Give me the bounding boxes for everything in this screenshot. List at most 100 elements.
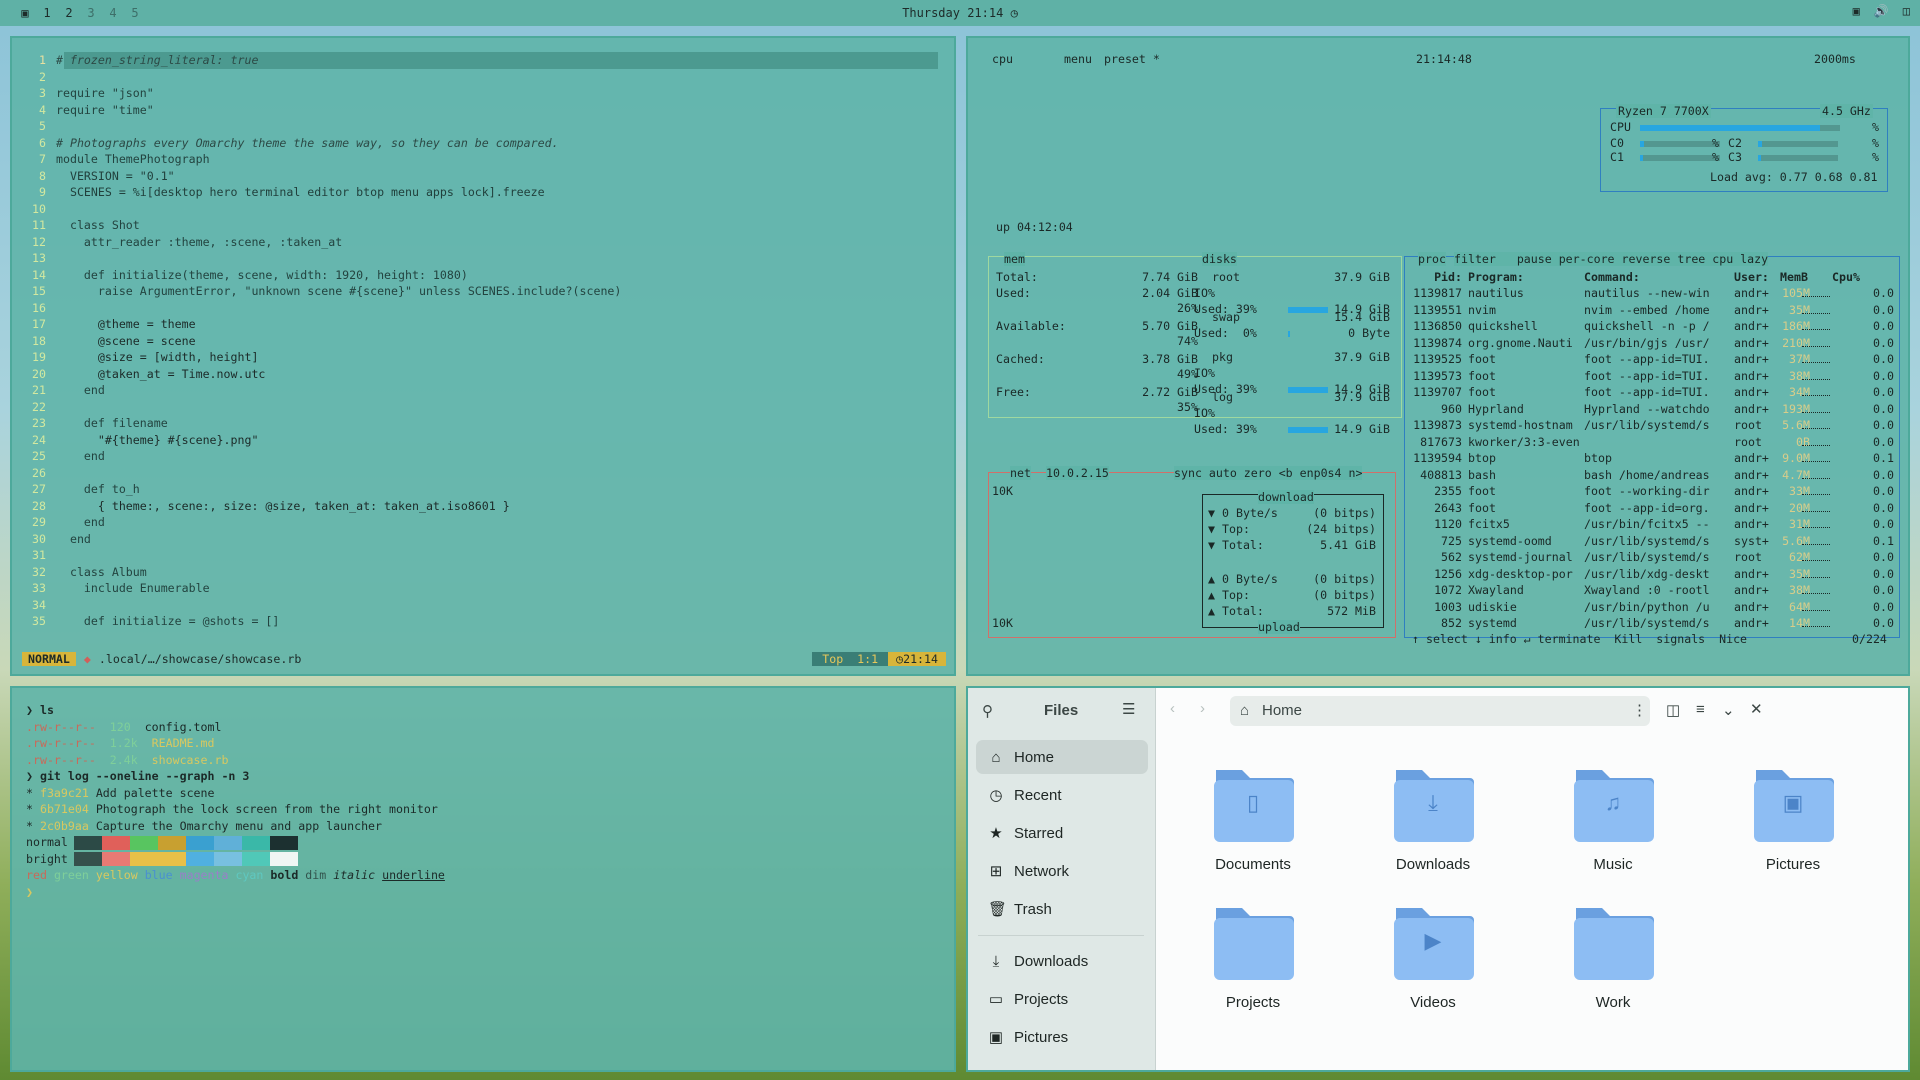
- hamburger-menu-icon[interactable]: ☰: [1122, 700, 1135, 718]
- workspace-4[interactable]: 4: [102, 6, 124, 20]
- terminal-window[interactable]: ❯ ls .rw-r--r-- 120 config.toml .rw-r--r--…: [10, 686, 956, 1072]
- code-line[interactable]: 32 class Album: [12, 564, 954, 581]
- code-line[interactable]: 7 module ThemePhotograph: [12, 151, 954, 168]
- git-commit-line[interactable]: * f3a9c21 Add palette scene: [26, 785, 214, 802]
- sidebar-bookmark-pictures[interactable]: ▣ Pictures: [976, 1020, 1148, 1054]
- volume-icon[interactable]: 🔊: [1874, 4, 1889, 18]
- code-line[interactable]: 13: [12, 250, 954, 267]
- code-line[interactable]: 24 "#{theme} #{scene}.png": [12, 432, 954, 449]
- code-line[interactable]: 23 def filename: [12, 415, 954, 432]
- ls-entry[interactable]: .rw-r--r-- 1.2k README.md: [26, 735, 214, 752]
- update-interval[interactable]: 2000ms: [1814, 52, 1856, 66]
- code-line[interactable]: 22: [12, 399, 954, 416]
- code-line[interactable]: 34: [12, 597, 954, 614]
- folder-label[interactable]: Documents: [1173, 856, 1333, 873]
- sidebar-bookmark-projects[interactable]: ▭ Projects: [976, 982, 1148, 1016]
- workspace-1[interactable]: 1: [36, 6, 58, 20]
- sidebar-item-recent[interactable]: ◷ Recent: [976, 778, 1148, 812]
- files-window[interactable]: ⚲ Files ☰ ⌂ Home ◷ Recent ★ Starred ⊞ Network 🗑 T…: [966, 686, 1910, 1072]
- close-icon[interactable]: ✕: [1750, 700, 1763, 718]
- sidebar-item-starred[interactable]: ★ Starred: [976, 816, 1148, 850]
- workspace-2[interactable]: 2: [58, 6, 80, 20]
- code-line[interactable]: 29 end: [12, 514, 954, 531]
- folder-item[interactable]: ▯: [1208, 760, 1298, 850]
- prompt-line[interactable]: ❯: [26, 884, 33, 901]
- ls-entry[interactable]: .rw-r--r-- 2.4k showcase.rb: [26, 752, 228, 769]
- code-line[interactable]: 11 class Shot: [12, 217, 954, 234]
- workspace-3[interactable]: 3: [80, 6, 102, 20]
- prompt-line[interactable]: ❯ ls: [26, 702, 54, 719]
- monitor-icon[interactable]: ◫: [1903, 4, 1910, 18]
- net-options[interactable]: sync auto zero <b enp0s4 n>: [1174, 466, 1363, 480]
- code-line[interactable]: 16: [12, 300, 954, 317]
- code-line[interactable]: 28 { theme:, scene:, size: @size, taken_…: [12, 498, 954, 515]
- code-line[interactable]: 19 @size = [width, height]: [12, 349, 954, 366]
- code-line[interactable]: 8 VERSION = "0.1": [12, 168, 954, 185]
- list-view-icon[interactable]: ≡: [1696, 701, 1705, 718]
- code-line[interactable]: 17 @theme = theme: [12, 316, 954, 333]
- folder-item[interactable]: ♫: [1568, 760, 1658, 850]
- new-folder-icon[interactable]: ◫: [1666, 701, 1680, 719]
- clock-text[interactable]: Thursday 21:14: [902, 6, 1003, 20]
- ls-entry[interactable]: .rw-r--r-- 120 config.toml: [26, 719, 221, 736]
- code-line[interactable]: 21 end: [12, 382, 954, 399]
- proc-column-header[interactable]: MemB: [1780, 270, 1808, 284]
- folder-label[interactable]: Music: [1533, 856, 1693, 873]
- proc-column-header[interactable]: Command:: [1584, 270, 1640, 284]
- palette-row[interactable]: normal: [26, 834, 298, 851]
- view-dropdown-icon[interactable]: ⌄: [1722, 701, 1735, 719]
- folder-item[interactable]: [1568, 898, 1658, 988]
- btop-window[interactable]: cpu menu preset * 21:14:48 2000ms Ryzen …: [966, 36, 1910, 676]
- folder-label[interactable]: Projects: [1173, 994, 1333, 1011]
- proc-column-header[interactable]: Pid:: [1412, 270, 1462, 284]
- layout-icon[interactable]: ▣: [14, 6, 36, 20]
- folder-item[interactable]: ⤓: [1388, 760, 1478, 850]
- style-demo-line[interactable]: red green yellow blue magenta cyan bold …: [26, 867, 445, 884]
- code-line[interactable]: 20 @taken_at = Time.now.utc: [12, 366, 954, 383]
- folder-label[interactable]: Work: [1533, 994, 1693, 1011]
- code-line[interactable]: 14 def initialize(theme, scene, width: 1…: [12, 267, 954, 284]
- proc-column-header[interactable]: Cpu%: [1832, 270, 1860, 284]
- preset-tab[interactable]: preset *: [1104, 52, 1160, 66]
- proc-column-header[interactable]: User:: [1734, 270, 1769, 284]
- forward-button[interactable]: ›: [1200, 700, 1205, 717]
- back-button[interactable]: ‹: [1170, 700, 1175, 717]
- workspace-5[interactable]: 5: [124, 6, 146, 20]
- search-icon[interactable]: ⚲: [982, 702, 993, 720]
- sidebar-item-trash[interactable]: 🗑 Trash: [976, 892, 1148, 926]
- code-line[interactable]: 18 @scene = scene: [12, 333, 954, 350]
- proc-column-header[interactable]: Program:: [1468, 270, 1524, 284]
- sidebar-item-network[interactable]: ⊞ Network: [976, 854, 1148, 888]
- screen-icon[interactable]: ▣: [1853, 4, 1860, 18]
- code-line[interactable]: 1 # frozen_string_literal: true: [12, 52, 954, 69]
- code-line[interactable]: 25 end: [12, 448, 954, 465]
- code-line[interactable]: 12 attr_reader :theme, :scene, :taken_at: [12, 234, 954, 251]
- git-commit-line[interactable]: * 2c0b9aa Capture the Omarchy menu and a…: [26, 818, 382, 835]
- code-line[interactable]: 5: [12, 118, 954, 135]
- folder-item[interactable]: [1208, 898, 1298, 988]
- sidebar-bookmark-downloads[interactable]: ⤓ Downloads: [976, 944, 1148, 978]
- code-line[interactable]: 3 require "json": [12, 85, 954, 102]
- code-line[interactable]: 26: [12, 465, 954, 482]
- code-line[interactable]: 4 require "time": [12, 102, 954, 119]
- sidebar-item-home[interactable]: ⌂ Home: [976, 740, 1148, 774]
- code-line[interactable]: 27 def to_h: [12, 481, 954, 498]
- folder-item[interactable]: ▶: [1388, 898, 1478, 988]
- code-line[interactable]: 33 include Enumerable: [12, 580, 954, 597]
- code-line[interactable]: 9 SCENES = %i[desktop hero terminal edit…: [12, 184, 954, 201]
- folder-item[interactable]: ▣: [1748, 760, 1838, 850]
- code-line[interactable]: 35 def initialize = @shots = []: [12, 613, 954, 630]
- proc-tabs[interactable]: filter pause per-core reverse tree cpu l…: [1454, 252, 1769, 266]
- menu-tab[interactable]: menu: [1064, 52, 1092, 66]
- folder-label[interactable]: Pictures: [1713, 856, 1873, 873]
- palette-row[interactable]: bright: [26, 851, 298, 868]
- code-line[interactable]: 2: [12, 69, 954, 86]
- code-line[interactable]: 6 # Photographs every Omarchy theme the s…: [12, 135, 954, 152]
- nvim-editor-window[interactable]: 1 # frozen_string_literal: true 2 3 require …: [10, 36, 956, 676]
- code-line[interactable]: 15 raise ArgumentError, "unknown scene #…: [12, 283, 954, 300]
- folder-label[interactable]: Downloads: [1353, 856, 1513, 873]
- code-line[interactable]: 10: [12, 201, 954, 218]
- folder-label[interactable]: Videos: [1353, 994, 1513, 1011]
- code-line[interactable]: 30 end: [12, 531, 954, 548]
- cpu-tab[interactable]: cpu: [992, 52, 1013, 66]
